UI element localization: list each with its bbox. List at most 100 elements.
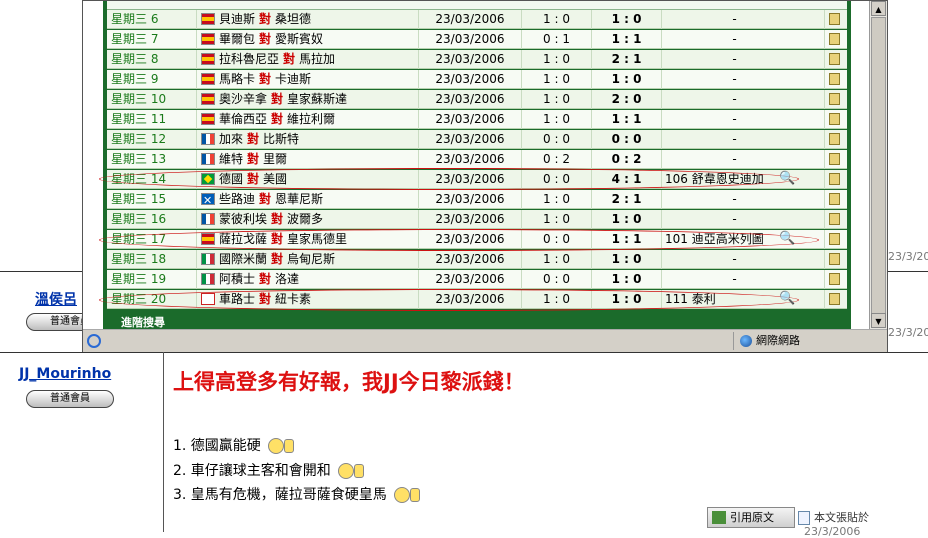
match-date: 23/03/2006	[419, 130, 522, 149]
home-team: 蒙彼利埃	[219, 212, 268, 226]
first-scorer: -	[662, 270, 825, 289]
result-row: 星期三 11 華倫西亞對維拉利爾 23/03/2006 1 : 01 : 1-	[107, 110, 847, 129]
tips-icon[interactable]	[829, 253, 840, 265]
match-day: 星期三 10	[107, 90, 197, 109]
half-time-score: 1 : 0	[522, 250, 592, 269]
full-time-score: 0 : 0	[592, 130, 662, 149]
tips-icon[interactable]	[829, 13, 840, 25]
tips-cell[interactable]	[825, 30, 847, 49]
match-day: 星期三 13	[107, 150, 197, 169]
league-flag-icon	[201, 133, 215, 145]
status-bar: 網際網路	[83, 329, 887, 352]
first-scorer-text: -	[732, 52, 737, 66]
username-link[interactable]: 溫侯呂	[35, 289, 77, 309]
half-time-score: 1 : 0	[522, 190, 592, 209]
annotation-ellipse	[99, 229, 819, 251]
league-flag-icon	[201, 113, 215, 125]
tips-icon[interactable]	[829, 33, 840, 45]
away-team: 比斯特	[263, 132, 300, 146]
match-day: 星期三 12	[107, 130, 197, 149]
tips-cell[interactable]	[825, 130, 847, 149]
tips-cell[interactable]	[825, 270, 847, 289]
first-scorer: -	[662, 150, 825, 169]
tips-icon[interactable]	[829, 93, 840, 105]
result-row: 星期三 6 貝迪斯對桑坦德 23/03/2006 1 : 01 : 0-	[107, 10, 847, 29]
first-scorer: -	[662, 30, 825, 49]
tips-icon[interactable]	[829, 213, 840, 225]
result-row: 星期三 10 奧沙辛拿對皇家蘇斯達 23/03/2006 1 : 02 : 0-	[107, 90, 847, 109]
first-scorer-text: -	[732, 212, 737, 226]
tips-cell[interactable]	[825, 290, 847, 309]
vs-label: 對	[259, 12, 272, 26]
match-teams: 國際米蘭對烏甸尼斯	[197, 250, 419, 269]
post-permalink[interactable]: 本文張貼於 23/3/2006	[798, 509, 928, 538]
result-row: 星期三 19 阿積士對洛達 23/03/2006 0 : 01 : 0-	[107, 270, 847, 289]
away-team: 卡迪斯	[275, 72, 312, 86]
tips-icon[interactable]	[829, 233, 840, 245]
security-zone: 網際網路	[733, 332, 883, 350]
match-date: 23/03/2006	[419, 70, 522, 89]
tips-cell[interactable]	[825, 210, 847, 229]
half-time-score: 1 : 0	[522, 70, 592, 89]
tips-cell[interactable]	[825, 190, 847, 209]
away-team: 洛達	[275, 272, 300, 286]
half-time-score: 1 : 0	[522, 10, 592, 29]
tips-icon[interactable]	[829, 73, 840, 85]
match-teams: 華倫西亞對維拉利爾	[197, 110, 419, 129]
home-team: 奧沙辛拿	[219, 92, 268, 106]
tips-icon[interactable]	[829, 153, 840, 165]
tips-icon[interactable]	[829, 53, 840, 65]
tips-cell[interactable]	[825, 50, 847, 69]
tips-icon[interactable]	[829, 113, 840, 125]
league-flag-icon	[201, 53, 215, 65]
league-flag-icon	[201, 73, 215, 85]
away-team: 桑坦德	[275, 12, 312, 26]
tips-cell[interactable]	[825, 110, 847, 129]
panel-footer: 進階搜尋	[107, 317, 847, 329]
tips-icon[interactable]	[829, 273, 840, 285]
full-time-score: 1 : 1	[592, 110, 662, 129]
match-date: 23/03/2006	[419, 30, 522, 49]
scroll-thumb[interactable]	[871, 17, 886, 317]
result-row: 星期三 18 國際米蘭對烏甸尼斯 23/03/2006 1 : 01 : 0-	[107, 250, 847, 269]
vertical-scrollbar[interactable]: ▲ ▼	[869, 1, 887, 329]
league-flag-icon	[201, 93, 215, 105]
full-time-score: 2 : 0	[592, 90, 662, 109]
post-date-stub: 23/3/2006	[888, 250, 928, 263]
username-link[interactable]: JJ_Mourinho	[19, 366, 111, 382]
full-time-score: 1 : 0	[592, 270, 662, 289]
first-scorer: -	[662, 50, 825, 69]
tips-cell[interactable]	[825, 230, 847, 249]
tips-icon[interactable]	[829, 173, 840, 185]
result-row: 星期三 15些路迪對恩華尼斯23/03/20061 : 02 : 1-	[107, 190, 847, 210]
first-scorer: -	[662, 90, 825, 109]
tips-icon[interactable]	[829, 133, 840, 145]
scroll-down-button[interactable]: ▼	[871, 313, 886, 328]
tips-cell[interactable]	[825, 170, 847, 189]
league-flag-icon	[201, 253, 215, 265]
match-day: 星期三 7	[107, 30, 197, 49]
first-scorer-text: -	[732, 72, 737, 86]
scroll-up-button[interactable]: ▲	[871, 1, 886, 16]
tips-cell[interactable]	[825, 150, 847, 169]
tips-cell[interactable]	[825, 250, 847, 269]
match-day: 星期三 8	[107, 50, 197, 69]
tips-cell[interactable]	[825, 10, 847, 29]
tips-icon[interactable]	[829, 193, 840, 205]
post-date-stub: 23/3/2006	[888, 326, 928, 339]
tips-cell[interactable]	[825, 70, 847, 89]
magnifier-icon: 🔍	[779, 171, 796, 186]
ie-page-icon	[87, 334, 101, 348]
league-flag-icon	[201, 213, 215, 225]
quote-button[interactable]: 引用原文	[707, 507, 795, 528]
league-flag-icon	[201, 33, 215, 45]
panel-top-strip	[107, 1, 847, 10]
match-teams: 馬略卡對卡迪斯	[197, 70, 419, 89]
vs-label: 對	[247, 152, 260, 166]
tips-cell[interactable]	[825, 90, 847, 109]
tips-icon[interactable]	[829, 293, 840, 305]
result-row: 星期三 16 蒙彼利埃對波爾多 23/03/2006 1 : 01 : 0-	[107, 210, 847, 229]
match-teams: 拉科魯尼亞對馬拉加	[197, 50, 419, 69]
post-title: 上得高登多有好報，我JJ今日黎派錢！	[173, 370, 525, 394]
match-date: 23/03/2006	[419, 250, 522, 269]
